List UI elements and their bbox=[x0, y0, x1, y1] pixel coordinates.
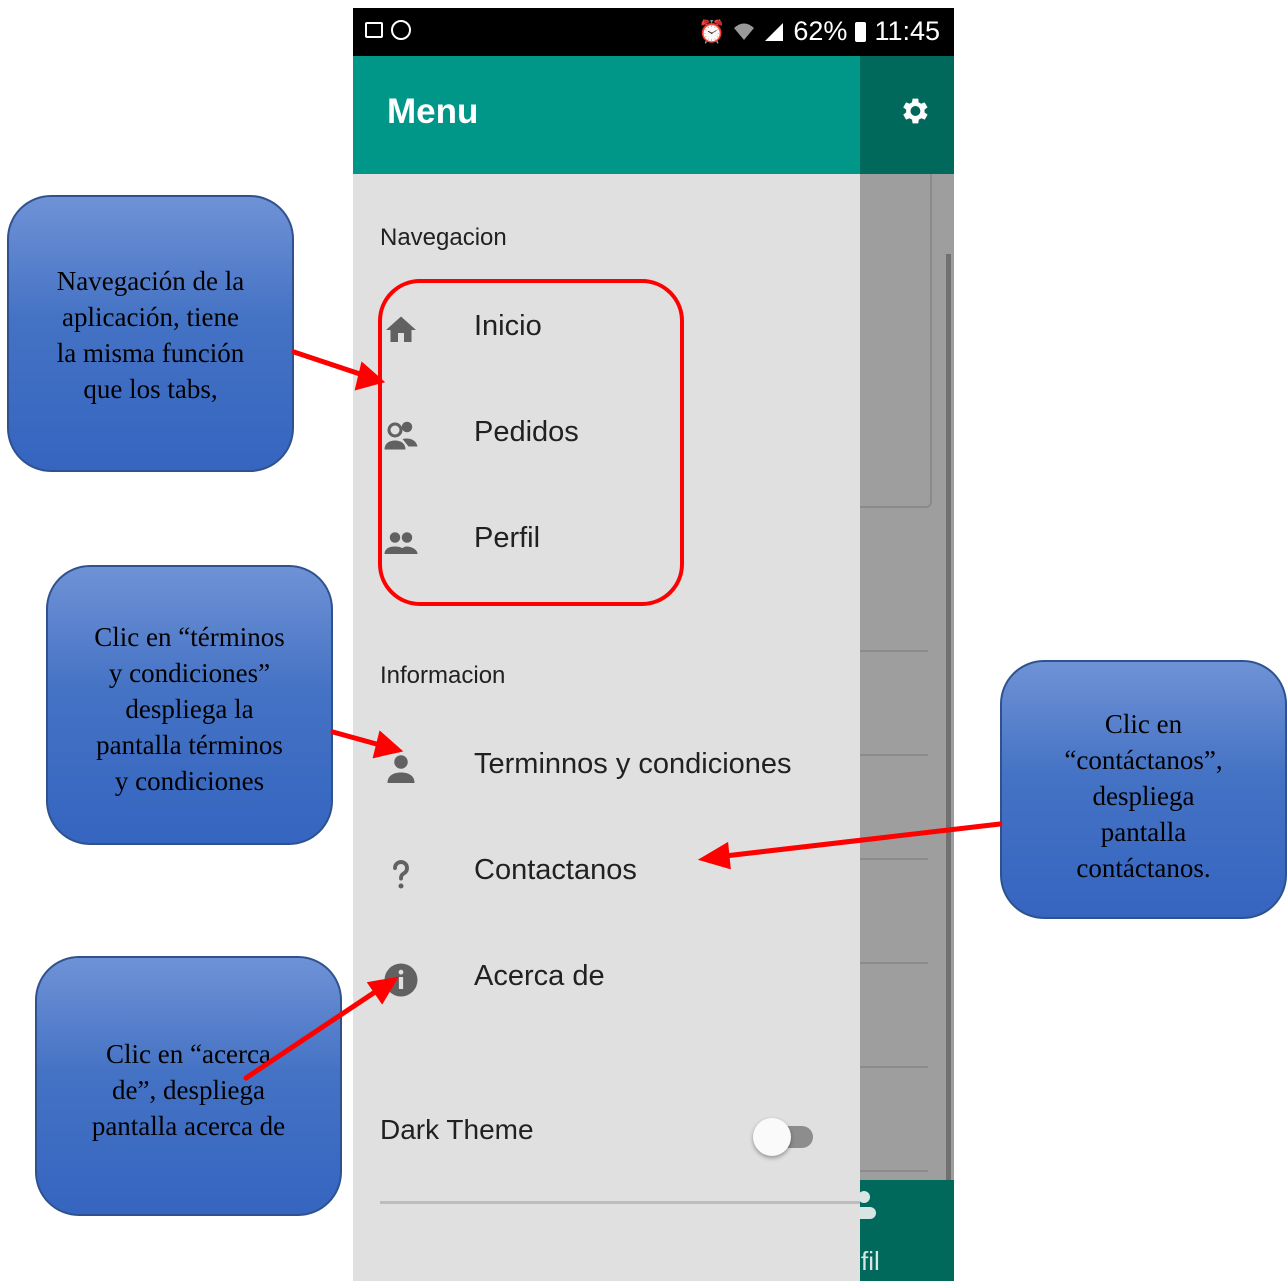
menu-item-label: Terminnos y condiciones bbox=[474, 748, 792, 780]
callout-text: contáctanos. bbox=[1076, 853, 1211, 883]
dark-theme-toggle[interactable] bbox=[753, 1118, 815, 1156]
status-bar: ⏰ 62% 11:45 bbox=[353, 8, 954, 56]
callout-text: y condiciones” bbox=[108, 658, 271, 688]
callout-text: aplicación, tiene bbox=[62, 302, 239, 332]
whatsapp-icon bbox=[391, 20, 411, 40]
callout-text: despliega bbox=[1092, 781, 1195, 811]
clock: 11:45 bbox=[874, 16, 940, 46]
divider bbox=[380, 1201, 860, 1204]
background-card bbox=[860, 174, 932, 508]
drawer-header: Menu bbox=[353, 56, 860, 174]
callout-text: y condiciones bbox=[114, 766, 265, 796]
callout-acerca-de: Clic en “acerca de”, despliega pantalla … bbox=[35, 956, 342, 1216]
tab-perfil-label[interactable]: fil bbox=[861, 1246, 880, 1277]
callout-terminos: Clic en “términos y condiciones” desplie… bbox=[46, 565, 333, 845]
alarm-icon: ⏰ bbox=[697, 18, 726, 44]
navigation-drawer: Menu Navegacion Inicio Pedidos Perfil In… bbox=[353, 56, 860, 1281]
callout-contactanos: Clic en “contáctanos”, despliega pantall… bbox=[1000, 660, 1287, 919]
section-label-navegacion: Navegacion bbox=[380, 224, 507, 251]
navigation-highlight-box bbox=[378, 279, 684, 606]
callout-text: Clic en “términos bbox=[94, 622, 285, 652]
phone-screen: ⏰ 62% 11:45 fil Menu Navegacion Inicio P… bbox=[353, 8, 954, 1281]
list-divider bbox=[860, 962, 928, 964]
dark-theme-label: Dark Theme bbox=[380, 1114, 534, 1145]
list-divider bbox=[860, 650, 928, 652]
list-divider bbox=[860, 858, 928, 860]
callout-text: pantalla términos bbox=[96, 730, 283, 760]
list-divider bbox=[860, 1170, 928, 1172]
person-icon bbox=[387, 755, 415, 783]
info-icon bbox=[384, 963, 418, 997]
menu-item-contactanos[interactable]: Contactanos bbox=[353, 834, 860, 914]
menu-item-acerca-de[interactable]: Acerca de bbox=[353, 940, 860, 1020]
callout-navegacion: Navegación de la aplicación, tiene la mi… bbox=[7, 195, 294, 472]
list-divider bbox=[860, 754, 928, 756]
toggle-thumb bbox=[753, 1118, 791, 1156]
arrow-navegacion bbox=[291, 349, 363, 377]
scrollbar[interactable] bbox=[946, 254, 951, 1184]
section-label-informacion: Informacion bbox=[380, 662, 506, 689]
battery-percent: 62% bbox=[793, 16, 848, 46]
callout-text: la misma función bbox=[56, 338, 245, 368]
callout-text: pantalla bbox=[1100, 817, 1187, 847]
callout-text: despliega la bbox=[125, 694, 254, 724]
menu-item-terminos[interactable]: Terminnos y condiciones bbox=[353, 728, 860, 808]
callout-text: pantalla acerca de bbox=[91, 1111, 286, 1141]
image-notification-icon bbox=[365, 22, 383, 38]
settings-icon[interactable] bbox=[897, 94, 931, 128]
callout-text: “contáctanos”, bbox=[1064, 745, 1223, 775]
drawer-title: Menu bbox=[387, 92, 479, 131]
dark-theme-row: Dark Theme bbox=[353, 1106, 860, 1166]
list-divider bbox=[860, 1066, 928, 1068]
callout-text: que los tabs, bbox=[83, 374, 218, 404]
callout-text: Clic en “acerca bbox=[106, 1039, 271, 1069]
help-icon bbox=[393, 860, 409, 889]
callout-text: Navegación de la bbox=[56, 266, 245, 296]
menu-item-label: Contactanos bbox=[474, 854, 637, 886]
callout-text: Clic en bbox=[1104, 709, 1183, 739]
wifi-icon bbox=[734, 23, 755, 40]
callout-text: de”, despliega bbox=[112, 1075, 265, 1105]
menu-item-label: Acerca de bbox=[474, 960, 605, 992]
battery-icon bbox=[855, 21, 867, 42]
signal-icon bbox=[765, 22, 784, 41]
